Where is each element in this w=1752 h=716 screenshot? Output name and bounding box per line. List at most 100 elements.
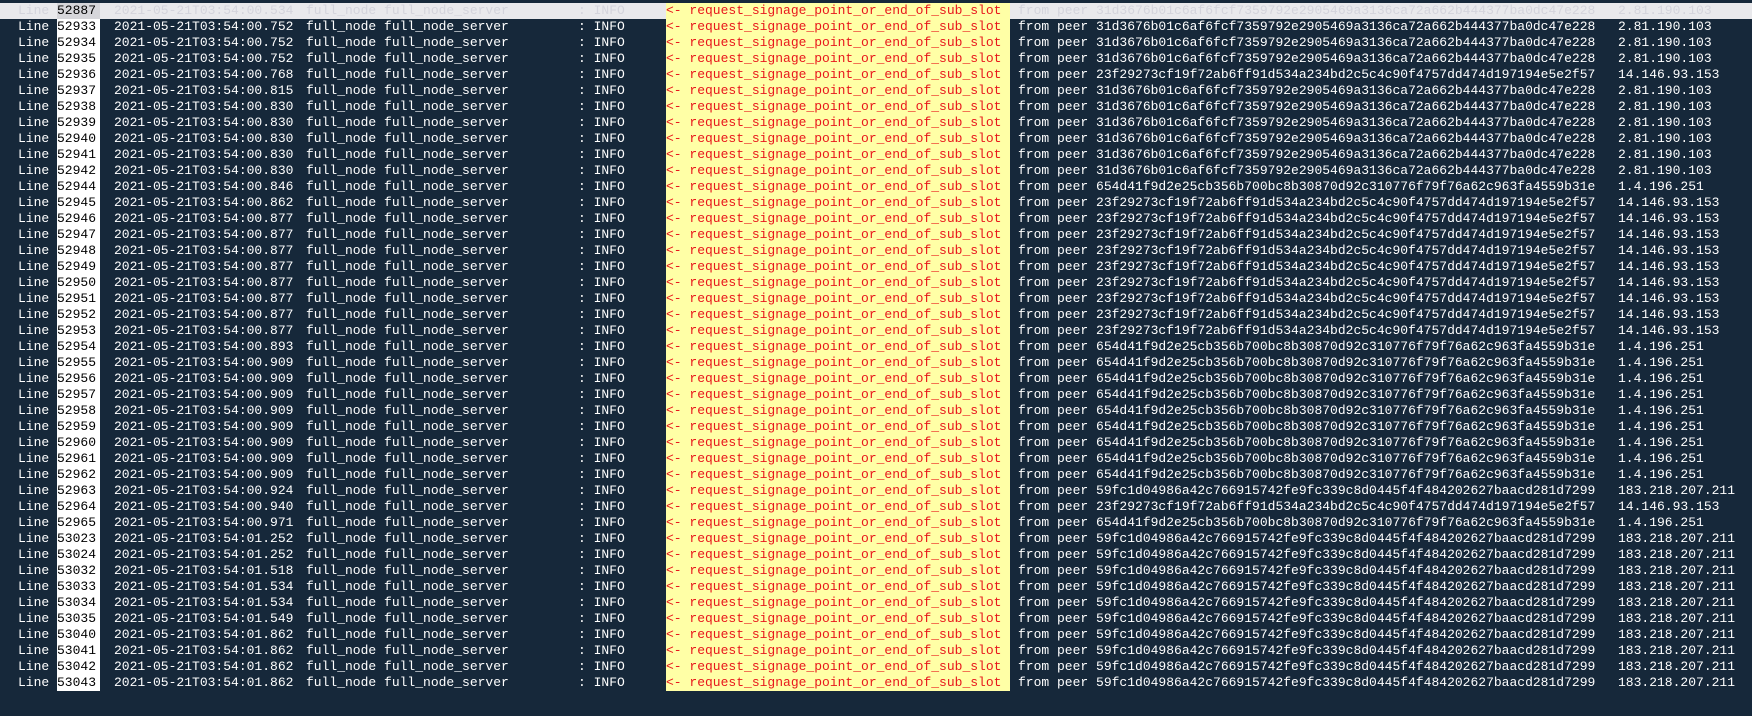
log-component: full_node full_node_server [306, 515, 509, 530]
line-prefix: Line [18, 163, 50, 178]
log-line[interactable]: Line 52955 2021-05-21T03:54:00.909 full_nod… [0, 355, 1752, 371]
log-message-highlight: <- request_signage_point_or_end_of_sub_s… [666, 307, 1010, 323]
log-line[interactable]: Line 52947 2021-05-21T03:54:00.877 full_nod… [0, 227, 1752, 243]
line-number: 53032 [57, 563, 100, 579]
log-component: full_node full_node_server [306, 227, 509, 242]
log-level: : INFO [578, 387, 625, 402]
log-line[interactable]: Line 53035 2021-05-21T03:54:01.549 full_nod… [0, 611, 1752, 627]
log-line[interactable]: Line 52963 2021-05-21T03:54:00.924 full_nod… [0, 483, 1752, 499]
log-message-highlight: <- request_signage_point_or_end_of_sub_s… [666, 259, 1010, 275]
line-number: 52960 [57, 435, 100, 451]
log-line[interactable]: Line 52954 2021-05-21T03:54:00.893 full_nod… [0, 339, 1752, 355]
log-line[interactable]: Line 53033 2021-05-21T03:54:01.534 full_nod… [0, 579, 1752, 595]
log-line[interactable]: Line 52953 2021-05-21T03:54:00.877 full_nod… [0, 323, 1752, 339]
line-prefix: Line [18, 435, 50, 450]
log-line[interactable]: Line 53041 2021-05-21T03:54:01.862 full_nod… [0, 643, 1752, 659]
log-line[interactable]: Line 52959 2021-05-21T03:54:00.909 full_nod… [0, 419, 1752, 435]
log-component: full_node full_node_server [306, 163, 509, 178]
line-number: 53042 [57, 659, 100, 675]
line-number: 53024 [57, 547, 100, 563]
log-peer-ip: 14.146.93.153 [1618, 323, 1720, 338]
log-viewer[interactable]: Line 52887 2021-05-21T03:54:00.534 full_nod… [0, 0, 1752, 716]
log-message-highlight: <- request_signage_point_or_end_of_sub_s… [666, 339, 1010, 355]
log-line[interactable]: Line 52950 2021-05-21T03:54:00.877 full_nod… [0, 275, 1752, 291]
log-peer-ip: 183.218.207.211 [1618, 483, 1736, 498]
log-peer-ip: 14.146.93.153 [1618, 291, 1720, 306]
log-line[interactable]: Line 52948 2021-05-21T03:54:00.877 full_nod… [0, 243, 1752, 259]
log-line[interactable]: Line 52961 2021-05-21T03:54:00.909 full_nod… [0, 451, 1752, 467]
log-timestamp: 2021-05-21T03:54:01.549 [114, 611, 294, 626]
log-line[interactable]: Line 53034 2021-05-21T03:54:01.534 full_nod… [0, 595, 1752, 611]
log-timestamp: 2021-05-21T03:54:00.909 [114, 387, 294, 402]
line-prefix: Line [18, 3, 50, 18]
log-message-highlight: <- request_signage_point_or_end_of_sub_s… [666, 115, 1010, 131]
log-line[interactable]: Line 53040 2021-05-21T03:54:01.862 full_nod… [0, 627, 1752, 643]
log-timestamp: 2021-05-21T03:54:00.877 [114, 259, 294, 274]
log-message-highlight: <- request_signage_point_or_end_of_sub_s… [666, 275, 1010, 291]
log-line[interactable]: Line 52965 2021-05-21T03:54:00.971 full_nod… [0, 515, 1752, 531]
log-lines[interactable]: Line 52887 2021-05-21T03:54:00.534 full_nod… [0, 3, 1752, 691]
log-line[interactable]: Line 52940 2021-05-21T03:54:00.830 full_nod… [0, 131, 1752, 147]
log-line[interactable]: Line 52944 2021-05-21T03:54:00.846 full_nod… [0, 179, 1752, 195]
log-line[interactable]: Line 52960 2021-05-21T03:54:00.909 full_nod… [0, 435, 1752, 451]
line-prefix: Line [18, 323, 50, 338]
log-line[interactable]: Line 52946 2021-05-21T03:54:00.877 full_nod… [0, 211, 1752, 227]
log-line[interactable]: Line 52939 2021-05-21T03:54:00.830 full_nod… [0, 115, 1752, 131]
log-component: full_node full_node_server [306, 259, 509, 274]
log-peer-ip: 1.4.196.251 [1618, 403, 1704, 418]
log-message-highlight: <- request_signage_point_or_end_of_sub_s… [666, 627, 1010, 643]
log-component: full_node full_node_server [306, 3, 509, 18]
log-line[interactable]: Line 52958 2021-05-21T03:54:00.909 full_nod… [0, 403, 1752, 419]
line-prefix: Line [18, 83, 50, 98]
log-level: : INFO [578, 403, 625, 418]
log-timestamp: 2021-05-21T03:54:01.862 [114, 643, 294, 658]
line-prefix: Line [18, 67, 50, 82]
log-line[interactable]: Line 52887 2021-05-21T03:54:00.534 full_nod… [0, 3, 1752, 19]
log-line[interactable]: Line 53043 2021-05-21T03:54:01.862 full_nod… [0, 675, 1752, 691]
log-line[interactable]: Line 52938 2021-05-21T03:54:00.830 full_nod… [0, 99, 1752, 115]
log-line[interactable]: Line 52945 2021-05-21T03:54:00.862 full_nod… [0, 195, 1752, 211]
log-line[interactable]: Line 52949 2021-05-21T03:54:00.877 full_nod… [0, 259, 1752, 275]
log-line[interactable]: Line 52936 2021-05-21T03:54:00.768 full_nod… [0, 67, 1752, 83]
log-line[interactable]: Line 52942 2021-05-21T03:54:00.830 full_nod… [0, 163, 1752, 179]
line-prefix: Line [18, 563, 50, 578]
log-timestamp: 2021-05-21T03:54:00.909 [114, 403, 294, 418]
log-level: : INFO [578, 531, 625, 546]
log-line[interactable]: Line 52951 2021-05-21T03:54:00.877 full_nod… [0, 291, 1752, 307]
line-prefix: Line [18, 403, 50, 418]
line-number: 52942 [57, 163, 100, 179]
log-message-highlight: <- request_signage_point_or_end_of_sub_s… [666, 675, 1010, 691]
log-line[interactable]: Line 52957 2021-05-21T03:54:00.909 full_nod… [0, 387, 1752, 403]
log-line[interactable]: Line 52956 2021-05-21T03:54:00.909 full_nod… [0, 371, 1752, 387]
log-line[interactable]: Line 52935 2021-05-21T03:54:00.752 full_nod… [0, 51, 1752, 67]
log-timestamp: 2021-05-21T03:54:00.909 [114, 467, 294, 482]
log-peer: from peer 59fc1d04986a42c766915742fe9fc3… [1018, 675, 1596, 690]
log-component: full_node full_node_server [306, 403, 509, 418]
line-prefix: Line [18, 35, 50, 50]
log-timestamp: 2021-05-21T03:54:00.752 [114, 19, 294, 34]
log-line[interactable]: Line 52962 2021-05-21T03:54:00.909 full_nod… [0, 467, 1752, 483]
log-level: : INFO [578, 131, 625, 146]
log-line[interactable]: Line 52933 2021-05-21T03:54:00.752 full_nod… [0, 19, 1752, 35]
log-line[interactable]: Line 52941 2021-05-21T03:54:00.830 full_nod… [0, 147, 1752, 163]
log-level: : INFO [578, 259, 625, 274]
log-peer-ip: 2.81.190.103 [1618, 99, 1712, 114]
log-line[interactable]: Line 53023 2021-05-21T03:54:01.252 full_nod… [0, 531, 1752, 547]
log-level: : INFO [578, 51, 625, 66]
log-timestamp: 2021-05-21T03:54:00.971 [114, 515, 294, 530]
log-line[interactable]: Line 53032 2021-05-21T03:54:01.518 full_nod… [0, 563, 1752, 579]
log-line[interactable]: Line 52964 2021-05-21T03:54:00.940 full_nod… [0, 499, 1752, 515]
log-line[interactable]: Line 53024 2021-05-21T03:54:01.252 full_nod… [0, 547, 1752, 563]
line-prefix: Line [18, 547, 50, 562]
line-number: 52954 [57, 339, 100, 355]
line-prefix: Line [18, 115, 50, 130]
log-line[interactable]: Line 52937 2021-05-21T03:54:00.815 full_nod… [0, 83, 1752, 99]
line-prefix: Line [18, 339, 50, 354]
log-component: full_node full_node_server [306, 419, 509, 434]
log-line[interactable]: Line 53042 2021-05-21T03:54:01.862 full_nod… [0, 659, 1752, 675]
log-line[interactable]: Line 52934 2021-05-21T03:54:00.752 full_nod… [0, 35, 1752, 51]
log-peer-ip: 14.146.93.153 [1618, 259, 1720, 274]
log-message-highlight: <- request_signage_point_or_end_of_sub_s… [666, 83, 1010, 99]
line-prefix: Line [18, 531, 50, 546]
log-line[interactable]: Line 52952 2021-05-21T03:54:00.877 full_nod… [0, 307, 1752, 323]
